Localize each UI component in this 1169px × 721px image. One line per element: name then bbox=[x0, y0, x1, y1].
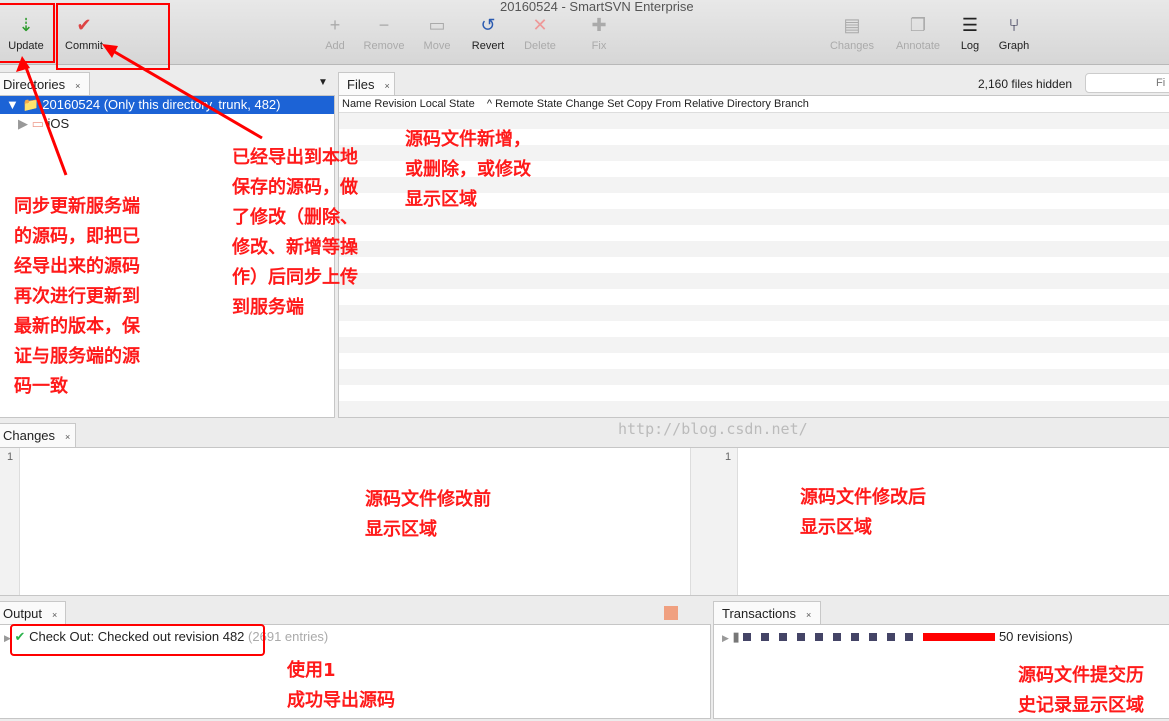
annotation-commit: 已经导出到本地 保存的源码，做 了修改（删除、 修改、新增等操 作）后同步上传 到服务端 bbox=[232, 147, 358, 318]
annotation-overlay bbox=[0, 3, 265, 656]
update-highlight-box bbox=[0, 3, 55, 63]
annotation-update: 同步更新服务端 的源码，即把已 经导出来的源码 再次进行更新到 最新的版本，保 证与服务端… bbox=[14, 196, 140, 397]
annotation-transactions: 源码文件提交历 史记录显示区域 bbox=[1018, 665, 1144, 716]
annotation-after: 源码文件修改后 显示区域 bbox=[800, 487, 926, 538]
commit-highlight-box bbox=[56, 3, 170, 70]
annotation-before: 源码文件修改前 显示区域 bbox=[365, 489, 491, 540]
annotation-files: 源码文件新增， 或删除，或修改 显示区域 bbox=[405, 129, 531, 210]
output-highlight-box bbox=[10, 624, 265, 656]
commit-arrow bbox=[107, 46, 263, 140]
annotation-output: 使用1 成功导出源码 bbox=[287, 660, 395, 711]
update-arrow bbox=[22, 61, 68, 176]
